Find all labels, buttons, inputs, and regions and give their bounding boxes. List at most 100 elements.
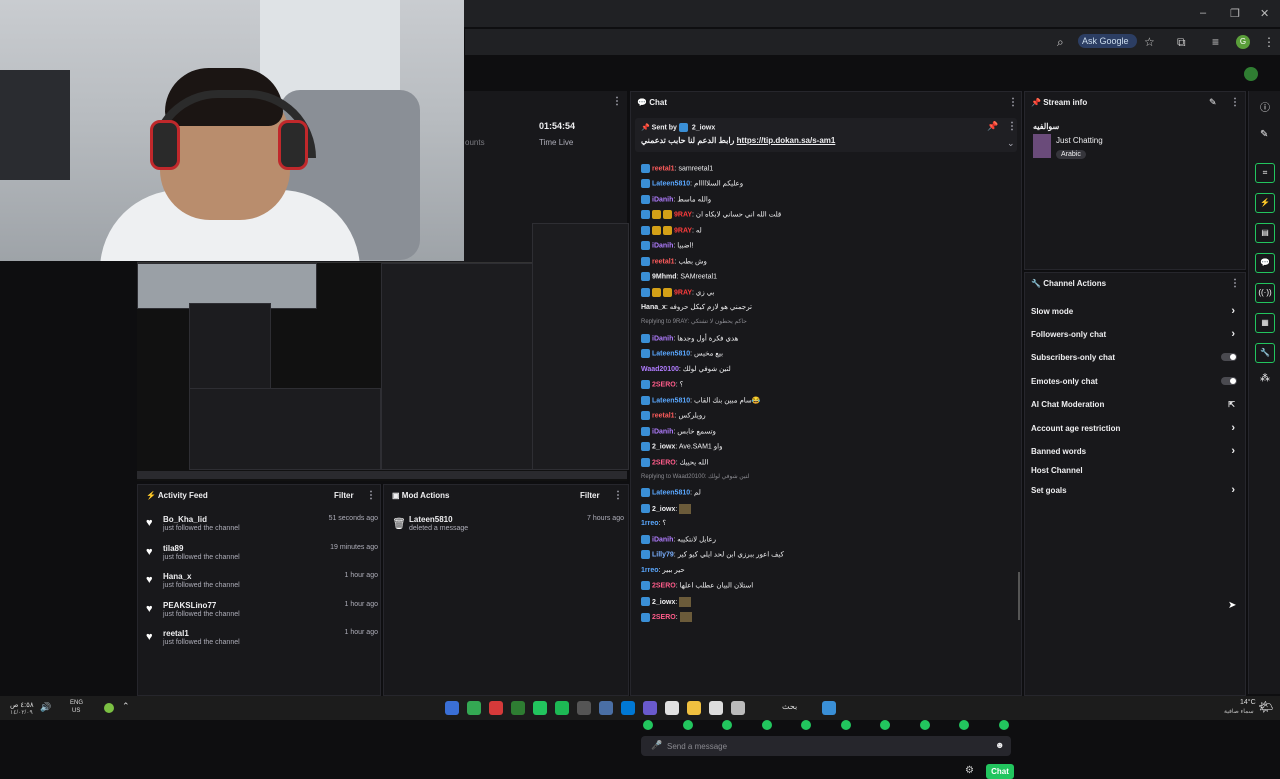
chat-username[interactable]: 2_iowx (652, 443, 675, 450)
chat-username[interactable]: Lateen5810 (652, 181, 690, 188)
clock-date[interactable]: ١٤/٠٢/٠٩ (10, 709, 33, 716)
chat-username[interactable]: 2SERO (652, 382, 676, 389)
follower-name[interactable]: tila89 (163, 544, 183, 553)
taskbar-app-icon[interactable] (731, 701, 745, 715)
chat-icon[interactable]: 💬 (1255, 253, 1275, 273)
chat-send-button[interactable]: Chat (986, 764, 1014, 779)
taskbar-app-icon[interactable] (621, 701, 635, 715)
chat-username[interactable]: reetal1 (652, 165, 675, 172)
tray-expand-icon[interactable]: ⌃ (122, 701, 130, 712)
taskbar-app-icon[interactable] (709, 701, 723, 715)
reading-list-icon[interactable]: ≡ (1212, 35, 1219, 49)
chat-input-field[interactable]: 🎤 Send a message ☻ (641, 736, 1011, 756)
chevron-right-icon[interactable]: › (1231, 328, 1235, 340)
taskbar-app-icon[interactable] (445, 701, 459, 715)
taskbar-app-icon[interactable] (489, 701, 503, 715)
language-top[interactable]: ENG (70, 700, 83, 706)
chat-username[interactable]: 9RAY (674, 212, 692, 219)
chat-username[interactable]: 2_iowx (652, 598, 675, 605)
quick-emote-icon[interactable] (801, 720, 811, 730)
mic-icon[interactable]: 🎤 (651, 740, 662, 751)
chat-username[interactable]: iDanih (652, 536, 673, 543)
follower-name[interactable]: reetal1 (163, 629, 189, 638)
toggle-switch[interactable] (1221, 353, 1237, 361)
chat-username[interactable]: 9RAY (674, 289, 692, 296)
chat-username[interactable]: 9Mhmd (652, 273, 677, 280)
chat-username[interactable]: Waad20100 (641, 366, 679, 373)
mod-filter-button[interactable]: Filter (580, 491, 600, 500)
quick-emote-icon[interactable] (682, 720, 693, 730)
quick-emote-icon[interactable] (840, 720, 851, 730)
ask-google-button[interactable]: Ask Google (1078, 34, 1137, 48)
chevron-right-icon[interactable]: › (1231, 305, 1235, 317)
chevron-right-icon[interactable]: › (1231, 422, 1235, 434)
chat-menu-icon[interactable]: ⋮ (1008, 97, 1018, 108)
taskbar-search[interactable]: بحث (782, 702, 797, 711)
weather-desc[interactable]: سماء صافية (1224, 708, 1254, 715)
chat-username[interactable]: 2_iowx (652, 506, 675, 513)
edit-icon[interactable]: ✎ (1260, 129, 1268, 140)
taskbar-app-icon[interactable] (533, 701, 547, 715)
chat-scrollbar[interactable] (1018, 572, 1020, 620)
quick-emote-icon[interactable] (722, 720, 732, 730)
start-button-icon[interactable] (822, 701, 836, 715)
activity-filter-button[interactable]: Filter (334, 491, 354, 500)
preview-menu-icon[interactable]: ⋮ (612, 96, 622, 107)
chat-username[interactable]: Hana_x (641, 304, 666, 311)
external-link-icon[interactable]: ⇱ (1228, 400, 1235, 409)
taskbar-app-icon[interactable] (467, 701, 481, 715)
edit-pencil-icon[interactable]: ✎ (1209, 97, 1217, 108)
chevron-right-icon[interactable]: › (1231, 445, 1235, 457)
channel-actions-menu-icon[interactable]: ⋮ (1230, 278, 1240, 289)
bookmark-star-icon[interactable]: ☆ (1144, 35, 1155, 49)
follower-name[interactable]: Hana_x (163, 572, 191, 581)
layout-icon[interactable]: ▦ (1255, 313, 1275, 333)
chat-username[interactable]: Lilly79 (652, 552, 674, 559)
chat-username[interactable]: reetal1 (652, 413, 675, 420)
chat-username[interactable]: Lateen5810 (652, 351, 690, 358)
channel-action-item[interactable]: Emotes-only chat (1031, 377, 1241, 386)
chat-settings-icon[interactable]: ⚙ (965, 765, 974, 776)
activity-menu-icon[interactable]: ⋮ (366, 490, 376, 501)
profile-avatar[interactable]: G (1236, 35, 1250, 49)
maximize-button[interactable]: ❐ (1230, 7, 1240, 20)
chevron-down-icon[interactable]: ⌄ (1007, 138, 1015, 149)
pinned-sender-name[interactable]: 2_iowx (692, 124, 715, 131)
taskbar-app-icon[interactable] (511, 701, 525, 715)
taskbar-app-icon[interactable] (687, 701, 701, 715)
tray-app-icon[interactable] (104, 703, 114, 713)
quick-emote-icon[interactable] (998, 720, 1009, 730)
chat-username[interactable]: iDanih (652, 243, 673, 250)
chat-username[interactable]: iDanih (652, 335, 673, 342)
info-icon[interactable]: ⓘ (1260, 99, 1270, 114)
add-widget-icon[interactable]: ⁂ (1260, 373, 1270, 384)
mod-menu-icon[interactable]: ⋮ (613, 490, 623, 501)
close-window-button[interactable]: ✕ (1260, 7, 1269, 20)
quick-emote-icon[interactable] (959, 720, 969, 730)
chat-username[interactable]: 9RAY (674, 227, 692, 234)
chat-username[interactable]: 1rreo (641, 567, 659, 574)
unpin-icon[interactable]: 📌 (987, 121, 998, 132)
pinned-menu-icon[interactable]: ⋮ (1007, 121, 1017, 132)
browser-menu-icon[interactable]: ⋮ (1263, 35, 1275, 49)
pinned-link[interactable]: https://tip.dokan.sa/s-am1 (737, 136, 836, 145)
language-bottom[interactable]: US (72, 708, 80, 714)
channel-action-item[interactable]: AI Chat Moderation ⇱ (1031, 400, 1241, 409)
taskbar-app-icon[interactable] (555, 701, 569, 715)
chat-username[interactable]: 1rreo (641, 520, 659, 527)
user-avatar[interactable] (1244, 67, 1258, 81)
toggle-switch[interactable] (1221, 377, 1237, 385)
channel-action-item[interactable]: Followers-only chat › (1031, 328, 1241, 340)
clock-time[interactable]: ٤:٥٨ ص (10, 701, 34, 709)
channel-action-item[interactable]: Subscribers-only chat (1031, 353, 1241, 362)
notifications-icon[interactable]: 🔊 (40, 702, 51, 713)
mod-action-user[interactable]: Lateen5810 (409, 515, 453, 524)
weather-temp[interactable]: 14°C (1240, 699, 1256, 706)
clip-icon[interactable]: ⌗ (1255, 163, 1275, 183)
extensions-icon[interactable]: ⧉ (1177, 35, 1186, 50)
channel-action-item[interactable]: Banned words › (1031, 445, 1241, 457)
channel-action-item[interactable]: Slow mode › (1031, 305, 1241, 317)
notes-icon[interactable]: ▤ (1255, 223, 1275, 243)
quick-emote-icon[interactable] (761, 720, 772, 730)
chat-username[interactable]: Lateen5810 (652, 490, 690, 497)
